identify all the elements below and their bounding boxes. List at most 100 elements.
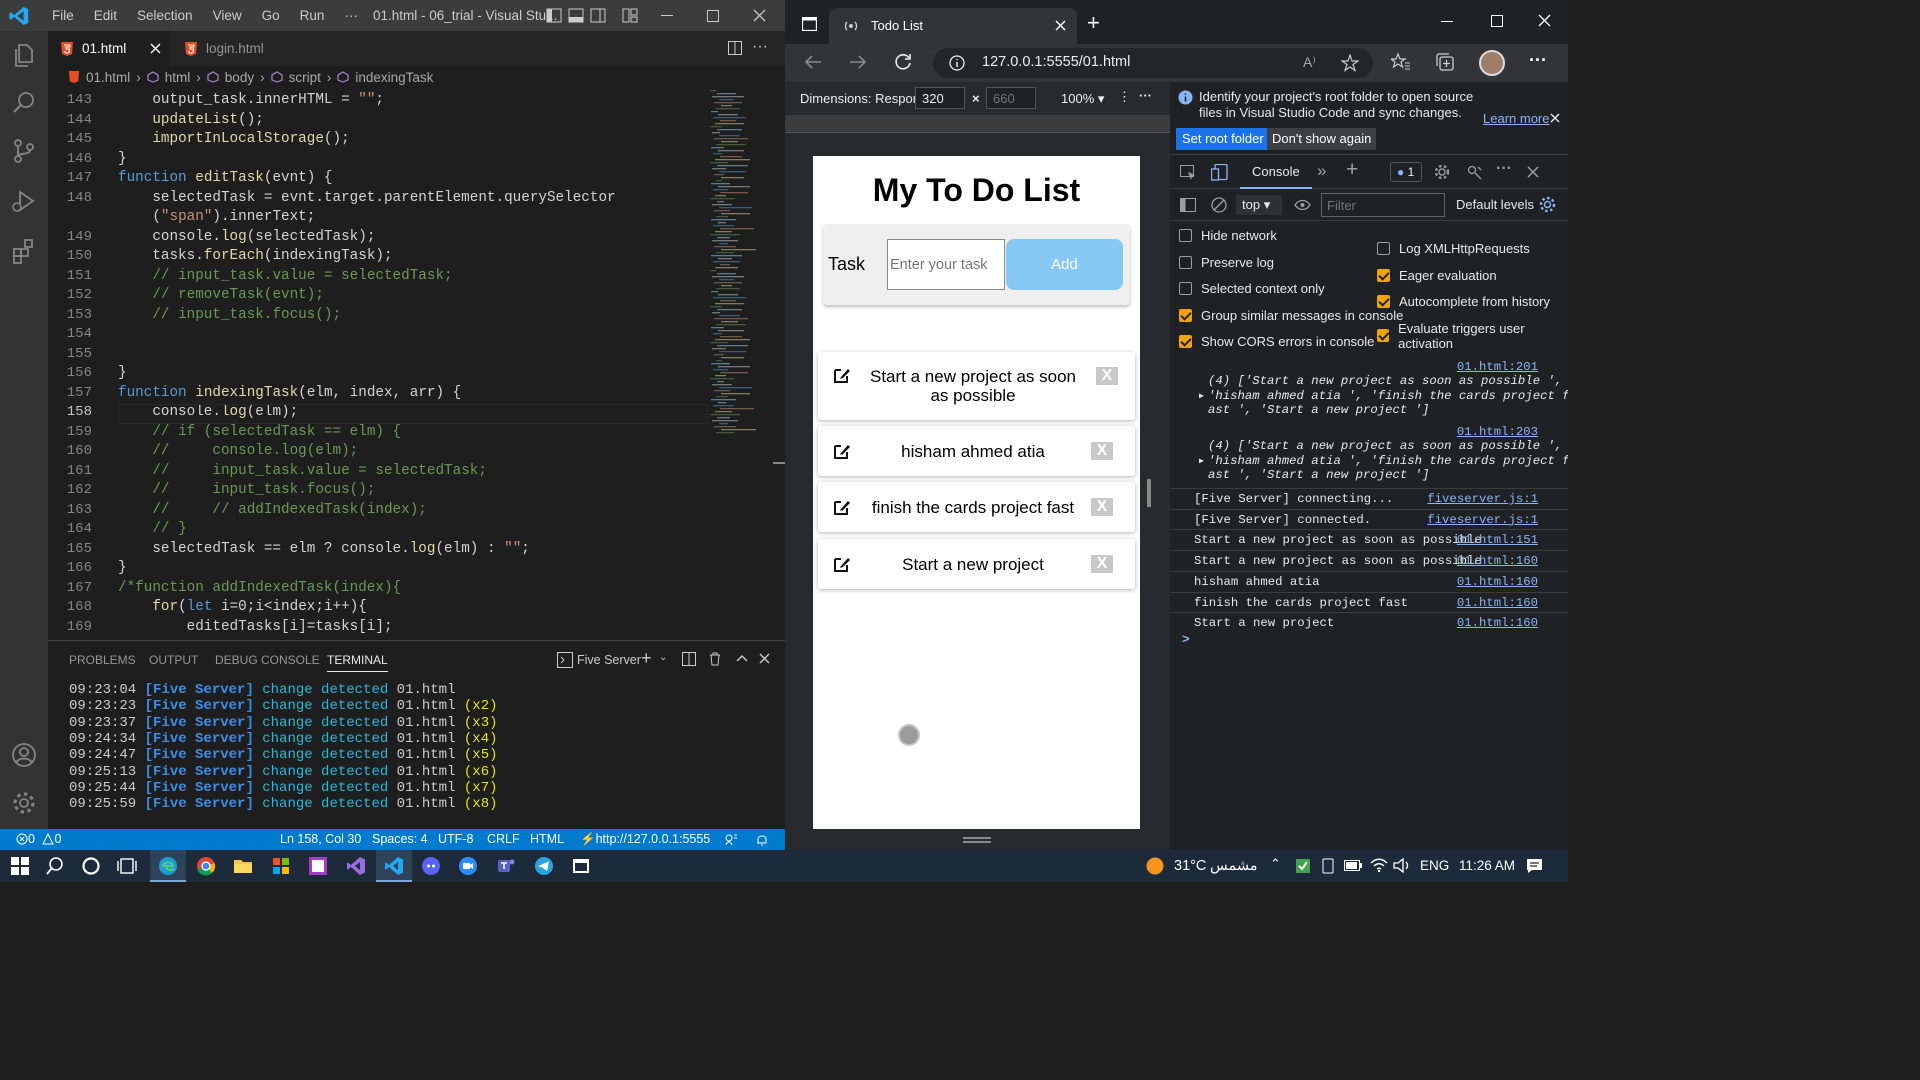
code-line[interactable]: console.log(selectedTask);	[118, 229, 375, 245]
expand-triangle-icon[interactable]: ▶	[1199, 456, 1204, 466]
device-toggle-icon[interactable]	[1211, 164, 1228, 181]
explorer-icon[interactable]	[10, 41, 38, 69]
code-line[interactable]: // input_task.focus();	[118, 307, 341, 323]
weather-text[interactable]: مشمس	[1210, 858, 1258, 874]
customize-layout-icon[interactable]	[622, 8, 638, 23]
refresh-icon[interactable]	[893, 52, 913, 72]
console-settings-gear-icon[interactable]	[1539, 196, 1556, 213]
code-line[interactable]: selectedTask = evnt.target.parentElement…	[118, 190, 615, 206]
add-tab-icon[interactable]: +	[1346, 158, 1358, 182]
zoom-select[interactable]: 100% ▾	[1061, 91, 1104, 107]
console-tab[interactable]: Console	[1240, 164, 1312, 189]
live-expression-eye-icon[interactable]	[1294, 199, 1311, 211]
scrollbar-thumb[interactable]	[773, 462, 785, 464]
maximize-panel-icon[interactable]	[736, 654, 748, 662]
console-message[interactable]: [Five Server] connected. fiveserver.js:1	[1170, 508, 1568, 530]
console-setting-checkbox[interactable]: Log XMLHttpRequests	[1377, 241, 1530, 256]
checkbox[interactable]	[1179, 255, 1192, 269]
profile-avatar[interactable]	[1479, 50, 1505, 76]
search-icon[interactable]	[10, 89, 38, 117]
console-prompt[interactable]: >	[1182, 631, 1190, 646]
checkbox[interactable]	[1179, 229, 1192, 242]
tray-device-icon[interactable]	[1320, 858, 1336, 874]
menu-view[interactable]: View	[213, 8, 242, 23]
favorites-icon[interactable]	[1391, 53, 1411, 71]
menu-file[interactable]: File	[52, 8, 74, 23]
delete-button[interactable]: X	[1091, 498, 1113, 516]
close-panel-icon[interactable]	[759, 653, 770, 664]
visual-studio-icon[interactable]	[346, 856, 366, 876]
console-setting-checkbox[interactable]: Eager evaluation	[1377, 268, 1497, 283]
edit-icon[interactable]	[833, 498, 851, 516]
checkbox[interactable]	[1377, 242, 1390, 255]
maximize-icon[interactable]	[1491, 15, 1503, 27]
source-link[interactable]: 01.html:160	[1457, 554, 1538, 568]
cursor-position[interactable]: Ln 158, Col 30	[280, 832, 361, 846]
source-link[interactable]: 01.html:160	[1457, 596, 1538, 610]
edit-icon[interactable]	[833, 442, 851, 460]
cortana-icon[interactable]	[81, 856, 101, 876]
terminal-name[interactable]: Five Server	[577, 653, 641, 667]
edit-icon[interactable]	[833, 555, 851, 573]
code-line[interactable]: selectedTask == elm ? console.log(elm) :…	[118, 541, 530, 557]
minimize-icon[interactable]	[1441, 21, 1453, 23]
back-icon[interactable]	[804, 54, 822, 70]
code-line[interactable]: editedTasks[i]=tasks[i];	[118, 619, 393, 635]
trash-icon[interactable]	[709, 652, 721, 666]
task-view-icon[interactable]	[117, 856, 137, 876]
split-terminal-icon[interactable]	[682, 652, 696, 666]
console-setting-checkbox[interactable]: Group similar messages in console	[1179, 308, 1403, 323]
new-terminal-icon[interactable]: +	[641, 648, 652, 669]
breadcrumb-body[interactable]: body	[225, 70, 254, 85]
volume-icon[interactable]	[1393, 858, 1411, 873]
code-line[interactable]: function editTask(evnt) {	[118, 170, 333, 186]
breadcrumb-script[interactable]: script	[289, 70, 321, 85]
minimize-icon[interactable]	[661, 15, 673, 17]
checkbox[interactable]	[1179, 282, 1192, 295]
chrome-icon[interactable]	[196, 856, 216, 876]
code-line[interactable]: output_task.innerHTML = "";	[118, 92, 384, 108]
toggle-sidebar-icon[interactable]	[546, 8, 562, 23]
server-status[interactable]: ⚡http://127.0.0.1:5555	[580, 832, 710, 847]
encoding[interactable]: UTF-8	[438, 832, 473, 846]
breadcrumb-file[interactable]: 01.html	[86, 70, 130, 85]
learn-more-link[interactable]: Learn more	[1483, 111, 1549, 126]
more-actions-icon[interactable]: ···	[752, 38, 768, 56]
close-icon[interactable]	[753, 9, 766, 22]
context-select[interactable]: top ▾	[1236, 195, 1282, 215]
close-icon[interactable]	[1538, 14, 1551, 27]
split-editor-icon[interactable]	[728, 41, 742, 55]
console-message[interactable]: Start a new project as soon as possible 0…	[1170, 529, 1568, 550]
checkbox[interactable]	[1179, 335, 1192, 348]
menu-edit[interactable]: Edit	[94, 8, 117, 23]
source-control-icon[interactable]	[10, 137, 38, 165]
console-message[interactable]: finish the cards project fast 01.html:160	[1170, 591, 1568, 613]
edit-icon[interactable]	[833, 366, 851, 384]
collections-icon[interactable]	[1436, 53, 1454, 71]
source-link[interactable]: 01.html:201	[1457, 360, 1538, 374]
checkbox[interactable]	[1377, 329, 1390, 342]
bell-icon[interactable]	[756, 833, 768, 846]
indentation[interactable]: Spaces: 4	[372, 832, 428, 846]
input-language[interactable]: ENG	[1420, 858, 1449, 873]
close-tab-icon[interactable]	[1055, 20, 1066, 31]
device-options-icon[interactable]: ⋮	[1118, 89, 1131, 105]
windows-start-icon[interactable]	[10, 856, 30, 876]
console-setting-checkbox[interactable]: Show CORS errors in console	[1179, 334, 1374, 349]
code-line[interactable]: // }	[118, 521, 186, 537]
viewport-resize-handle[interactable]	[1147, 479, 1151, 507]
weather-icon[interactable]	[1145, 856, 1165, 876]
tab-debug-console[interactable]: DEBUG CONSOLE	[215, 653, 320, 667]
delete-button[interactable]: X	[1091, 555, 1113, 573]
add-button[interactable]: Add	[1006, 239, 1123, 290]
issues-badge[interactable]: ● 1	[1390, 162, 1422, 182]
console-array-group[interactable]: 01.html:201 (4) ['Start a new project as …	[1170, 358, 1568, 424]
maximize-icon[interactable]	[707, 10, 719, 22]
more-tabs-icon[interactable]: »	[1317, 161, 1326, 181]
code-line[interactable]: // console.log(elm);	[118, 443, 358, 459]
tab-01-html[interactable]: 01.html	[48, 31, 170, 66]
file-explorer-icon[interactable]	[233, 856, 253, 876]
menu-run[interactable]: Run	[300, 8, 325, 23]
log-levels-select[interactable]: Default levels	[1456, 197, 1534, 212]
delete-button[interactable]: X	[1096, 367, 1118, 385]
